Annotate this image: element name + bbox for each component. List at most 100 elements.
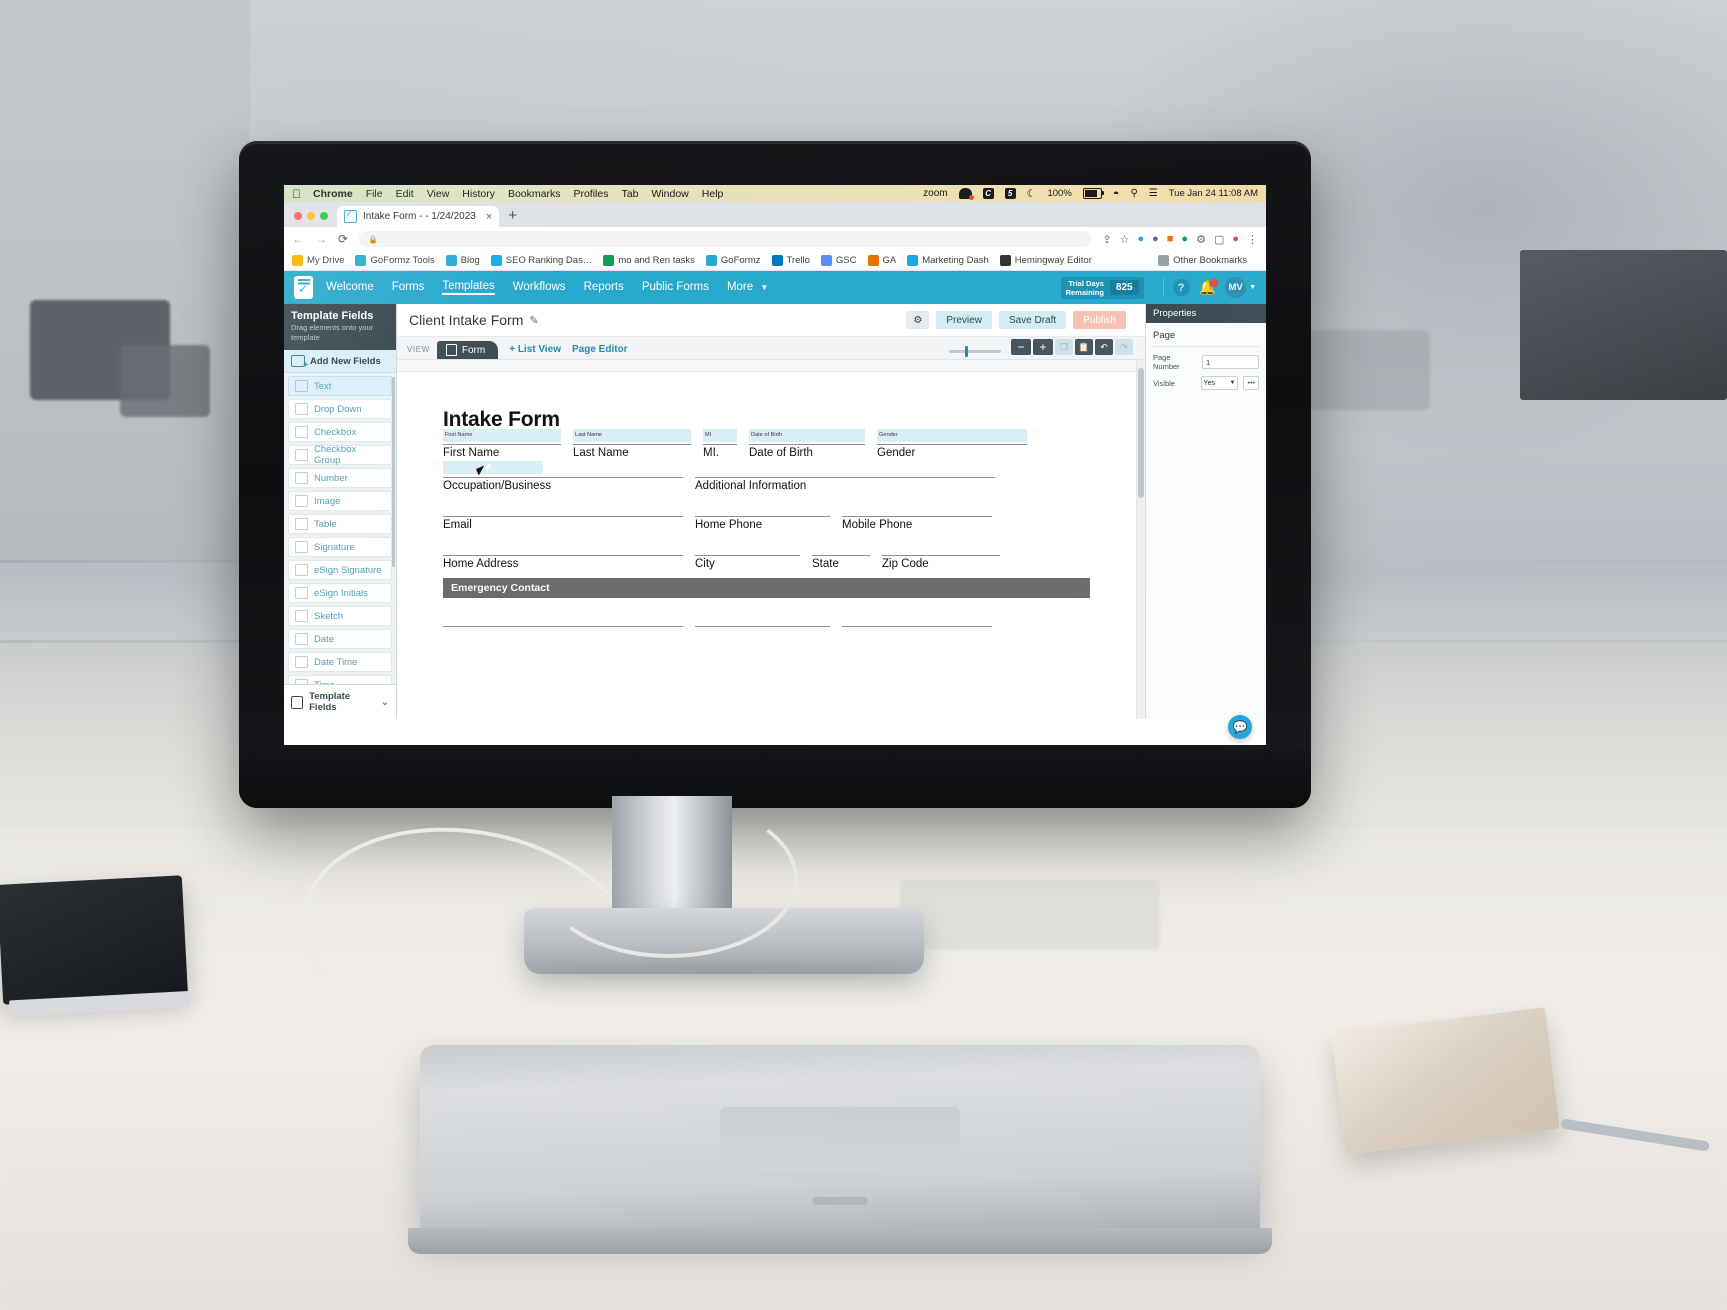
notifications-bell-icon[interactable]: 🔔: [1199, 278, 1220, 296]
undo-icon[interactable]: ↶: [1095, 339, 1113, 355]
field-type-date-time[interactable]: Date Time: [288, 652, 392, 672]
menubar-clock[interactable]: Tue Jan 24 11:08 AM: [1169, 188, 1258, 199]
menu-view[interactable]: View: [427, 188, 450, 200]
visible-more-button[interactable]: •••: [1243, 376, 1259, 390]
list-view-link[interactable]: + List View: [509, 344, 561, 359]
goformz-logo[interactable]: [294, 276, 313, 299]
field-type-sketch[interactable]: Sketch: [288, 606, 392, 626]
moon-icon[interactable]: ☾: [1027, 187, 1037, 200]
share-icon[interactable]: ⇪: [1102, 233, 1111, 246]
bookmark-item[interactable]: Blog: [445, 255, 480, 266]
form-canvas[interactable]: Intake Form First Name First Name Last Nam…: [397, 360, 1136, 719]
bookmark-item[interactable]: GoFormz: [705, 255, 761, 266]
form-field[interactable]: Last Name Last Name: [573, 429, 691, 459]
publish-button[interactable]: Publish: [1073, 311, 1126, 329]
field-type-checkbox-group[interactable]: Checkbox Group: [288, 444, 392, 466]
nav-public-forms[interactable]: Public Forms: [642, 281, 709, 294]
menubar-zoom-label[interactable]: zoom: [923, 188, 947, 199]
sidepanel-icon[interactable]: ▢: [1214, 233, 1224, 246]
bookmark-item[interactable]: Trello: [771, 255, 810, 266]
nav-more[interactable]: More ▼: [727, 281, 768, 294]
form-field[interactable]: [695, 624, 830, 641]
sidebar-scrollbar[interactable]: [392, 377, 395, 567]
menu-history[interactable]: History: [462, 188, 495, 200]
page-editor-link[interactable]: Page Editor: [572, 344, 628, 359]
form-field[interactable]: Home Address: [443, 553, 683, 570]
address-bar[interactable]: 🔒: [359, 231, 1092, 247]
copy-icon[interactable]: ❐: [1055, 339, 1073, 355]
close-tab-icon[interactable]: ×: [486, 211, 492, 223]
paste-icon[interactable]: 📋: [1075, 339, 1093, 355]
form-field[interactable]: [842, 624, 992, 641]
redo-icon[interactable]: ↷: [1115, 339, 1133, 355]
canvas-scrollbar[interactable]: [1136, 360, 1145, 719]
extension-pin-icon-1[interactable]: ●: [1137, 233, 1144, 245]
pencil-icon[interactable]: ✎: [529, 314, 538, 327]
bookmark-item[interactable]: GSC: [820, 255, 857, 266]
visible-select[interactable]: Yes ▼: [1200, 376, 1239, 390]
add-new-fields-button[interactable]: + Add New Fields: [284, 350, 396, 373]
browser-tab[interactable]: Intake Form - - 1/24/2023 ×: [337, 206, 500, 227]
nav-workflows[interactable]: Workflows: [513, 281, 566, 294]
reload-button[interactable]: ⟳: [338, 232, 348, 246]
control-center-icon[interactable]: ☰: [1149, 188, 1158, 199]
bookmark-item[interactable]: GoFormz Tools: [355, 255, 435, 266]
battery-icon[interactable]: [1082, 188, 1104, 199]
menu-chrome[interactable]: Chrome: [313, 188, 353, 200]
section-header-emergency-contact[interactable]: Emergency Contact: [443, 578, 1090, 598]
zoom-out-button[interactable]: −: [1011, 339, 1031, 355]
form-field[interactable]: Occupation/Business: [443, 461, 683, 492]
menu-tab[interactable]: Tab: [621, 188, 638, 200]
forward-button[interactable]: →: [315, 232, 327, 246]
form-field[interactable]: Email: [443, 514, 683, 531]
tab-form[interactable]: Form: [436, 341, 499, 359]
zoom-slider[interactable]: [949, 346, 1001, 357]
form-field[interactable]: Additional Information: [695, 475, 995, 492]
field-overlay[interactable]: [877, 429, 1027, 442]
c-app-icon[interactable]: C: [982, 188, 994, 199]
field-type-drop-down[interactable]: Drop Down: [288, 399, 392, 419]
extensions-puzzle-icon[interactable]: ⚙: [1196, 233, 1206, 246]
extension-pin-icon-2[interactable]: ●: [1152, 233, 1159, 245]
bookmark-item[interactable]: GA: [867, 255, 896, 266]
preview-button[interactable]: Preview: [936, 311, 992, 329]
profile-avatar-icon[interactable]: ●: [1232, 233, 1239, 245]
apple-menu-icon[interactable]: : [292, 187, 301, 201]
field-type-time[interactable]: Time: [288, 675, 392, 684]
form-page[interactable]: Intake Form First Name First Name Last Nam…: [397, 372, 1136, 719]
user-avatar[interactable]: MV: [1225, 277, 1247, 298]
nav-reports[interactable]: Reports: [584, 281, 624, 294]
gear-icon[interactable]: ⚙: [906, 311, 930, 329]
form-field[interactable]: Home Phone: [695, 514, 830, 531]
form-field[interactable]: City: [695, 553, 800, 570]
field-type-list[interactable]: Text Drop Down Checkbox Checkbox Group Numbe…: [284, 373, 396, 684]
bookmark-item[interactable]: My Drive: [292, 255, 344, 266]
field-type-date[interactable]: Date: [288, 629, 392, 649]
menu-profiles[interactable]: Profiles: [573, 188, 608, 200]
spotlight-search-icon[interactable]: ⚲: [1130, 188, 1137, 199]
menu-window[interactable]: Window: [651, 188, 688, 200]
field-type-esign-signature[interactable]: eSign Signature: [288, 560, 392, 580]
chevron-down-icon[interactable]: ⌄: [381, 697, 389, 708]
new-tab-button[interactable]: +: [499, 207, 526, 227]
field-type-image[interactable]: Image: [288, 491, 392, 511]
bookmark-star-icon[interactable]: ☆: [1120, 233, 1130, 246]
avatar-chevron-icon[interactable]: ▼: [1249, 284, 1256, 291]
chat-bubble-icon[interactable]: 💬: [1228, 715, 1252, 739]
s-app-icon[interactable]: 5: [1004, 188, 1016, 199]
field-type-table[interactable]: Table: [288, 514, 392, 534]
form-field[interactable]: First Name First Name: [443, 429, 561, 459]
menu-file[interactable]: File: [366, 188, 383, 200]
bookmark-item[interactable]: Hemingway Editor: [999, 255, 1092, 266]
chrome-menu-icon[interactable]: ⋮: [1247, 233, 1258, 246]
nav-welcome[interactable]: Welcome: [326, 281, 374, 294]
field-type-checkbox[interactable]: Checkbox: [288, 422, 392, 442]
zoom-recording-icon[interactable]: [958, 188, 974, 200]
close-window-button[interactable]: [294, 212, 302, 220]
page-number-input[interactable]: 1: [1202, 355, 1259, 369]
bookmark-item[interactable]: SEO Ranking Das…: [490, 255, 592, 266]
field-type-esign-initials[interactable]: eSign Initials: [288, 583, 392, 603]
nav-templates[interactable]: Templates: [442, 280, 495, 295]
save-draft-button[interactable]: Save Draft: [998, 311, 1067, 329]
extension-pin-icon-3[interactable]: ■: [1167, 233, 1174, 245]
